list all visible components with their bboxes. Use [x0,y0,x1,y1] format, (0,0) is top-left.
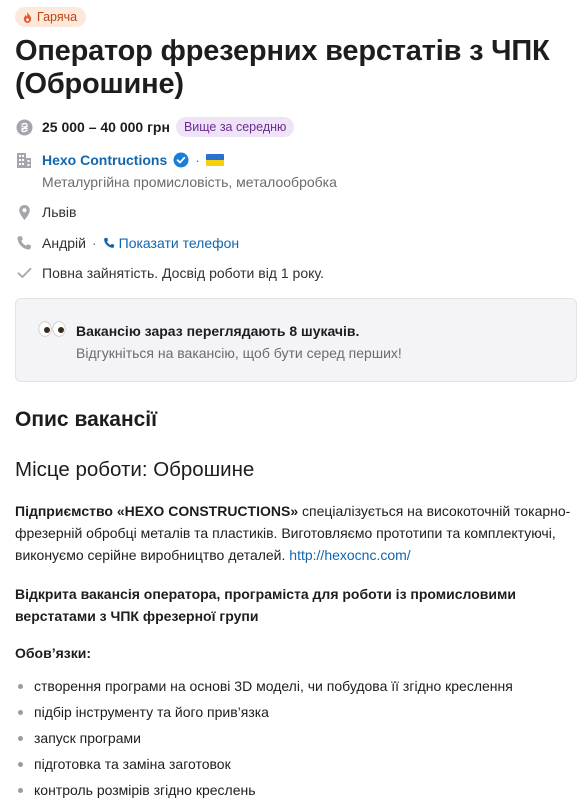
contact-row: Андрій · Показати телефон [15,233,239,253]
list-item: підготовка та заміна заготовок [15,753,513,779]
ukraine-flag-icon [205,154,224,166]
list-item: створення програми на основі 3D моделі, … [15,675,513,701]
list-item: підбір інструменту та його прив’язка [15,701,513,727]
flame-icon [23,11,32,23]
description-heading: Опис вакансії [15,408,158,431]
show-phone-label: Показати телефон [118,235,240,251]
work-place: Місце роботи: Оброшине [15,458,255,481]
watchers-title: Вакансію зараз переглядають 8 шукачів. [76,323,360,339]
contact-separator: · [91,235,97,251]
watchers-subtitle: Відгукніться на вакансію, щоб бути серед… [76,345,402,361]
company-row: Hexo Contructions · [15,150,224,170]
map-pin-icon [15,203,33,221]
duties-list: створення програми на основі 3D моделі, … [15,675,513,802]
phone-link-icon [103,237,114,248]
salary-row: 25 000 – 40 000 грн Вище за середню [15,117,295,137]
building-icon [15,151,33,169]
list-item: запуск програми [15,727,513,753]
city: Львів [42,204,77,220]
open-position-text: Відкрита вакансія оператора, програміста… [15,586,516,624]
duties-label: Обов’язки: [15,645,91,661]
contact-person: Андрій [42,235,86,251]
company-industry: Металургійна промисловість, металообробк… [42,174,337,190]
watchers-notice: Вакансію зараз переглядають 8 шукачів. В… [15,298,577,382]
hot-badge: Гаряча [15,7,87,27]
company-intro: Підприємство «HEXO CONSTRUCTIONS» спеціа… [15,500,577,566]
show-phone-link[interactable]: Показати телефон [103,235,240,251]
company-website-link[interactable]: http://hexocnc.com/ [289,547,410,563]
company-name-link[interactable]: Hexo Contructions [42,152,167,168]
salary-amount: 25 000 – 40 000 грн [42,119,170,135]
eyes-icon [38,321,66,337]
location-row: Львів [15,202,76,222]
list-item: контроль розмірів згідно креслень [15,779,513,802]
above-average-badge: Вище за середню [175,117,295,137]
hot-badge-label: Гаряча [37,10,78,24]
conditions-row: Повна зайнятість. Досвід роботи від 1 ро… [15,263,324,283]
company-intro-bold: Підприємство «HEXO CONSTRUCTIONS» [15,503,299,519]
vacancy-title: Оператор фрезерних верстатів з ЧПК (Обро… [15,35,550,100]
check-icon [15,264,33,282]
verified-check-icon [173,152,189,168]
employment-conditions: Повна зайнятість. Досвід роботи від 1 ро… [42,265,324,281]
separator-dot: · [195,152,200,168]
hryvnia-icon [15,118,33,136]
phone-icon [15,234,33,252]
